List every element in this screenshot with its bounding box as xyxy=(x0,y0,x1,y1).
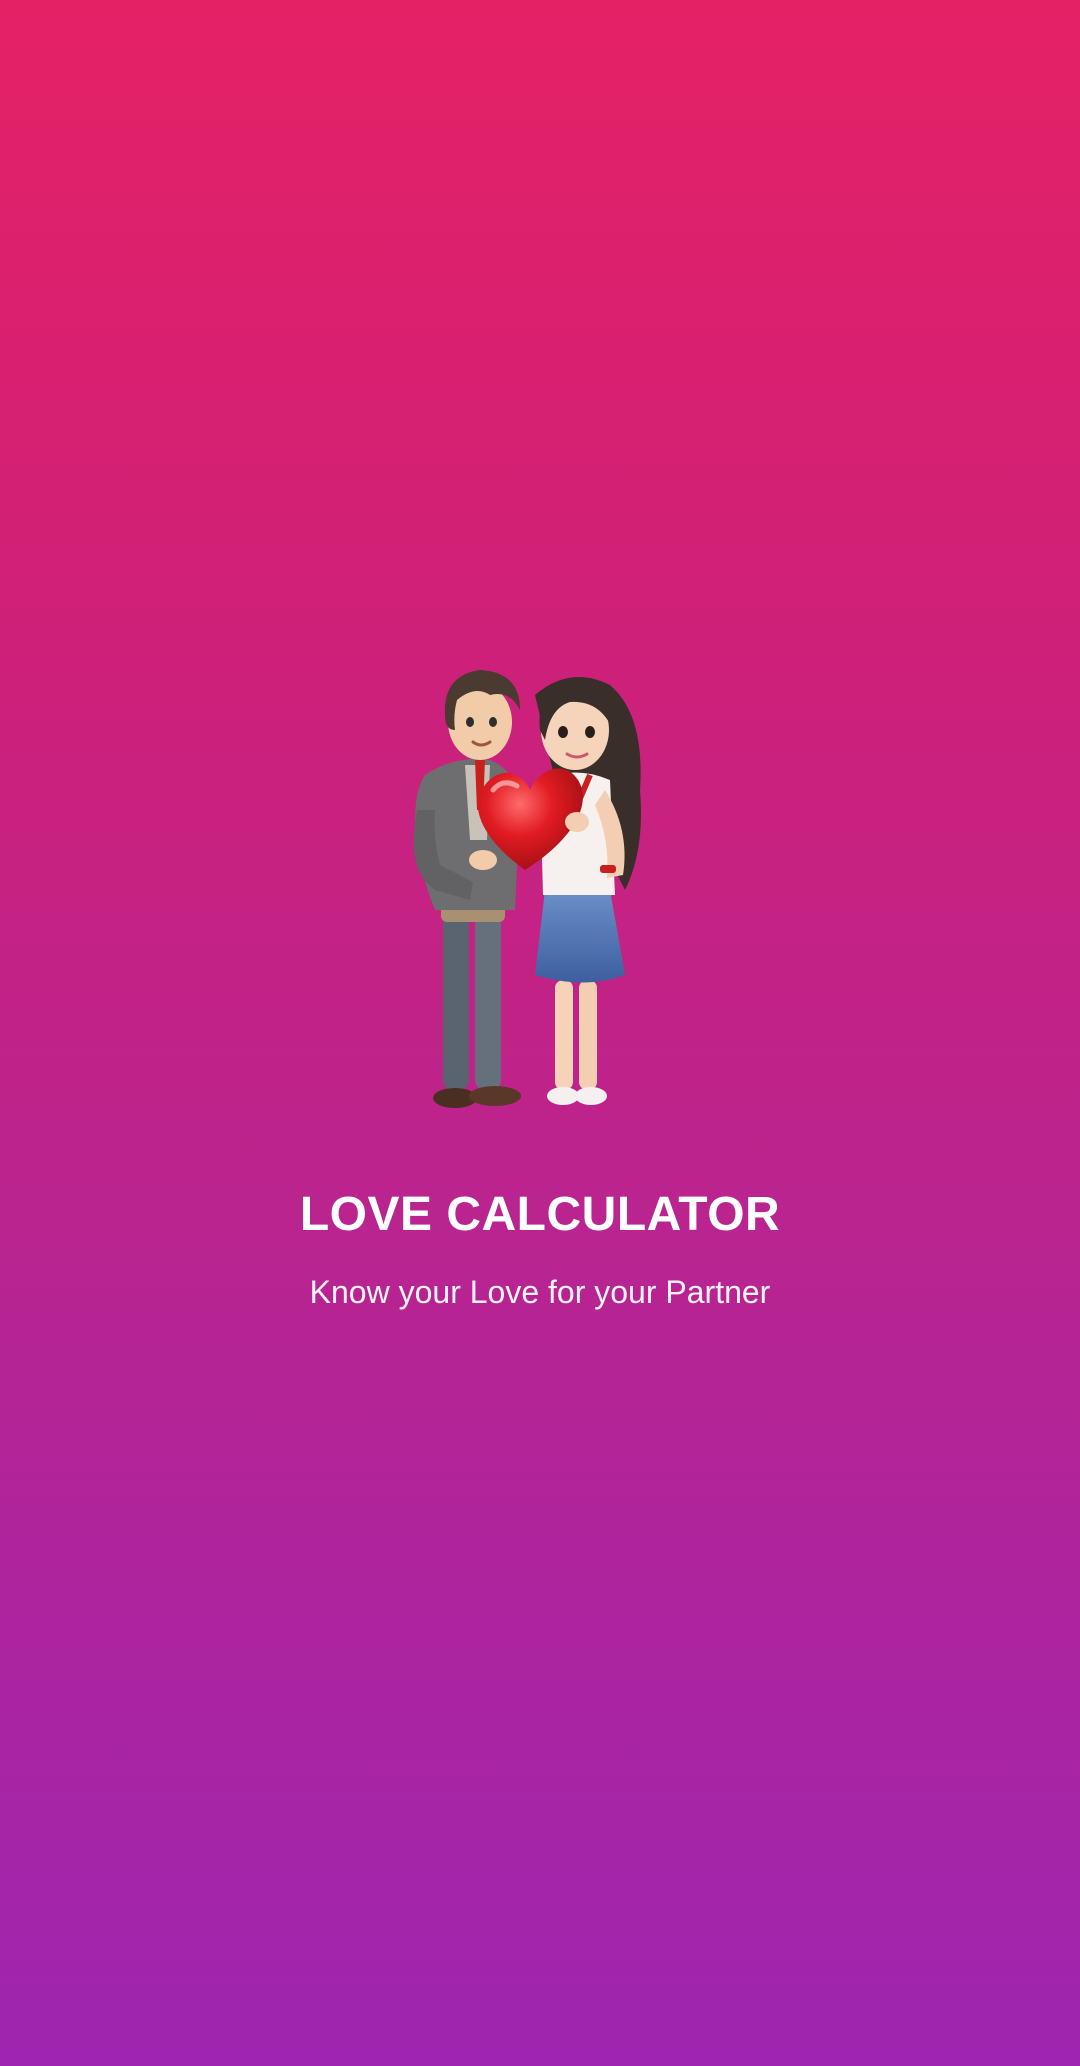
app-title: LOVE CALCULATOR xyxy=(299,1188,781,1241)
couple-holding-heart-icon xyxy=(413,670,641,1108)
splash-screen: LOVE CALCULATOR Know your Love for your … xyxy=(0,0,1080,2066)
app-tagline: Know your Love for your Partner xyxy=(309,1274,771,1310)
